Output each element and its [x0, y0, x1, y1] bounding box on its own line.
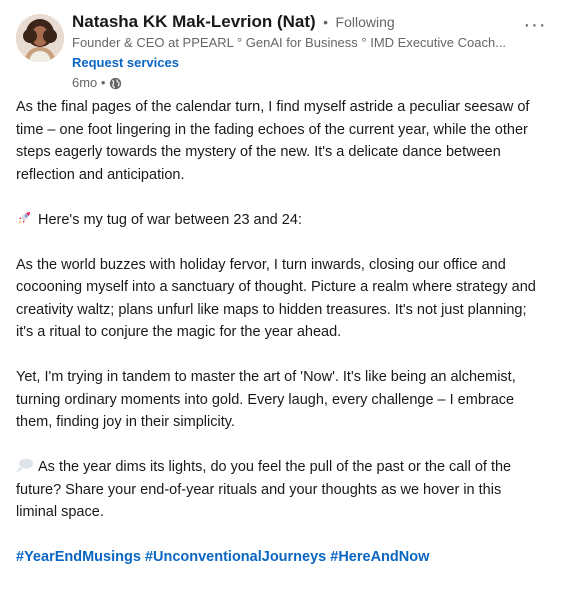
more-icon[interactable]: ···	[520, 10, 550, 40]
post-paragraph-text: Here's my tug of war between 23 and 24:	[38, 211, 302, 228]
post-paragraph-text: As the year dims its lights, do you feel…	[16, 459, 512, 520]
avatar-image	[16, 14, 64, 62]
post-paragraph: As the final pages of the calendar turn,…	[16, 99, 530, 183]
hashtag-link[interactable]: #HereAndNow	[330, 549, 429, 565]
author-headline: Founder & CEO at PPEARL ° GenAI for Busi…	[72, 35, 507, 50]
avatar[interactable]	[16, 14, 64, 62]
follow-status[interactable]: Following	[336, 14, 395, 30]
author-name[interactable]: Natasha KK Mak-Levrion (Nat)	[72, 12, 316, 31]
post-body: As the final pages of the calendar turn,…	[16, 96, 546, 591]
post-paragraph: As the world buzzes with holiday fervor,…	[16, 256, 536, 341]
request-services-link[interactable]: Request services	[72, 54, 179, 72]
post-paragraph: Yet, I'm trying in tandem to master the …	[16, 369, 516, 430]
author-name-row: Natasha KK Mak-Levrion (Nat) • Following	[72, 10, 510, 34]
post-paragraph-question: As the year dims its lights, do you feel…	[16, 456, 546, 524]
post-time-row: 6mo •	[72, 74, 510, 92]
author-meta: Natasha KK Mak-Levrion (Nat) • Following…	[72, 10, 510, 92]
separator-dot: •	[323, 14, 329, 30]
post-card: Natasha KK Mak-Levrion (Nat) • Following…	[0, 0, 562, 579]
hashtag-row: #YearEndMusings #UnconventionalJourneys …	[16, 546, 546, 569]
post-time: 6mo •	[72, 75, 106, 90]
post-header: Natasha KK Mak-Levrion (Nat) • Following…	[16, 10, 550, 96]
globe-icon	[109, 77, 122, 90]
thought-bubble-icon	[16, 457, 34, 473]
rocket-icon	[16, 210, 34, 226]
hashtag-link[interactable]: #UnconventionalJourneys	[145, 549, 326, 565]
hashtag-link[interactable]: #YearEndMusings	[16, 549, 141, 565]
post-paragraph-heading: Here's my tug of war between 23 and 24:	[16, 209, 546, 232]
